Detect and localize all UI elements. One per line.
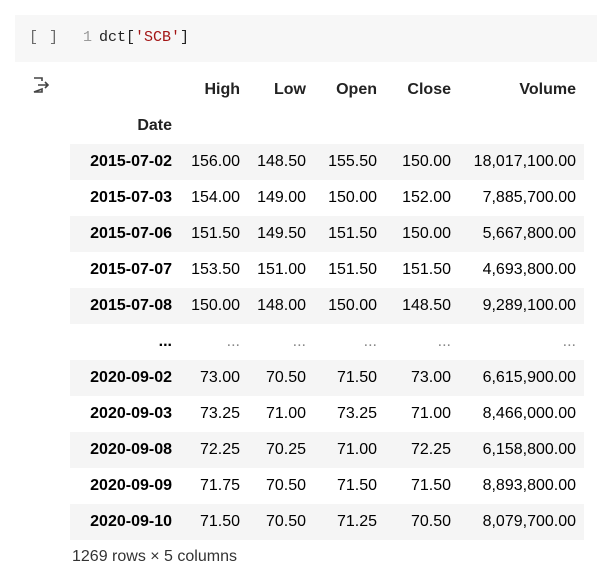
cell-low: 149.50 bbox=[257, 225, 306, 242]
index-header-blank bbox=[70, 72, 180, 108]
ellipsis-row: ... ... ... ... ... ... bbox=[70, 324, 584, 360]
cell-high: 151.50 bbox=[191, 225, 240, 242]
row-date: 2015-07-07 bbox=[90, 261, 172, 278]
cell-high: 156.00 bbox=[191, 153, 240, 170]
cell-volume: 8,079,700.00 bbox=[482, 513, 576, 530]
table-row: 2015-07-08 150.00 148.00 150.00 148.50 9… bbox=[70, 288, 584, 324]
header-row: High Low Open Close Volume bbox=[70, 72, 584, 108]
code-string: 'SCB' bbox=[135, 29, 181, 46]
cell-open: 151.50 bbox=[328, 225, 377, 242]
row-date: 2015-07-03 bbox=[90, 189, 172, 206]
cell-open: 73.25 bbox=[336, 405, 377, 422]
row-date: ... bbox=[158, 333, 172, 350]
cell-high: 153.50 bbox=[191, 261, 240, 278]
cell-open: 71.25 bbox=[336, 513, 377, 530]
row-date: 2015-07-08 bbox=[90, 297, 172, 314]
code-line[interactable]: dct['SCB'] bbox=[99, 29, 189, 46]
cell-close: 150.00 bbox=[402, 153, 451, 170]
cell-low: 151.00 bbox=[257, 261, 306, 278]
table-row: 2015-07-06 151.50 149.50 151.50 150.00 5… bbox=[70, 216, 584, 252]
column-header-open: Open bbox=[336, 81, 377, 98]
cell-high: 71.50 bbox=[199, 513, 240, 530]
cell-low: ... bbox=[292, 333, 306, 350]
cell-low: 70.25 bbox=[265, 441, 306, 458]
cell-close: 70.50 bbox=[410, 513, 451, 530]
cell-high: 73.00 bbox=[199, 369, 240, 386]
cell-open: ... bbox=[363, 333, 377, 350]
index-name: Date bbox=[137, 117, 172, 134]
column-header-volume: Volume bbox=[519, 81, 576, 98]
row-date: 2015-07-02 bbox=[90, 153, 172, 170]
cell-volume: 5,667,800.00 bbox=[482, 225, 576, 242]
table-row: 2015-07-02 156.00 148.50 155.50 150.00 1… bbox=[70, 144, 584, 180]
cell-volume: 6,615,900.00 bbox=[482, 369, 576, 386]
row-date: 2015-07-06 bbox=[90, 225, 172, 242]
cell-volume: 4,693,800.00 bbox=[482, 261, 576, 278]
table-row: 2020-09-08 72.25 70.25 71.00 72.25 6,158… bbox=[70, 432, 584, 468]
cell-high: 154.00 bbox=[191, 189, 240, 206]
cell-low: 70.50 bbox=[265, 477, 306, 494]
cell-close: 71.00 bbox=[410, 405, 451, 422]
cell-high: ... bbox=[226, 333, 240, 350]
run-cell-button[interactable]: [ ] bbox=[29, 29, 59, 46]
cell-open: 71.50 bbox=[336, 369, 377, 386]
cell-volume: 6,158,800.00 bbox=[482, 441, 576, 458]
cell-high: 150.00 bbox=[191, 297, 240, 314]
output-arrow-icon[interactable] bbox=[31, 75, 53, 95]
code-cell[interactable]: [ ] 1 dct['SCB'] bbox=[15, 15, 597, 62]
cell-open: 71.50 bbox=[336, 477, 377, 494]
row-date: 2020-09-09 bbox=[90, 477, 172, 494]
cell-high: 72.25 bbox=[199, 441, 240, 458]
cell-low: 70.50 bbox=[265, 369, 306, 386]
cell-volume: 8,893,800.00 bbox=[482, 477, 576, 494]
table-row: 2015-07-07 153.50 151.00 151.50 151.50 4… bbox=[70, 252, 584, 288]
cell-close: 71.50 bbox=[410, 477, 451, 494]
cell-high: 73.25 bbox=[199, 405, 240, 422]
index-name-row: Date bbox=[70, 108, 584, 144]
column-header-high: High bbox=[204, 81, 240, 98]
cell-open: 150.00 bbox=[328, 297, 377, 314]
row-date: 2020-09-10 bbox=[90, 513, 172, 530]
row-date: 2020-09-03 bbox=[90, 405, 172, 422]
cell-close: ... bbox=[437, 333, 451, 350]
cell-low: 148.50 bbox=[257, 153, 306, 170]
column-header-low: Low bbox=[274, 81, 306, 98]
cell-volume: ... bbox=[562, 333, 576, 350]
line-number: 1 bbox=[83, 29, 93, 46]
cell-close: 148.50 bbox=[402, 297, 451, 314]
column-header-close: Close bbox=[407, 81, 451, 98]
row-date: 2020-09-08 bbox=[90, 441, 172, 458]
cell-volume: 7,885,700.00 bbox=[482, 189, 576, 206]
cell-open: 151.50 bbox=[328, 261, 377, 278]
table-row: 2020-09-03 73.25 71.00 73.25 71.00 8,466… bbox=[70, 396, 584, 432]
cell-close: 152.00 bbox=[402, 189, 451, 206]
cell-close: 151.50 bbox=[402, 261, 451, 278]
code-prefix: dct[ bbox=[99, 29, 136, 46]
code-suffix: ] bbox=[180, 29, 190, 46]
cell-low: 149.00 bbox=[257, 189, 306, 206]
table-row: 2020-09-09 71.75 70.50 71.50 71.50 8,893… bbox=[70, 468, 584, 504]
cell-low: 71.00 bbox=[265, 405, 306, 422]
table-row: 2020-09-10 71.50 70.50 71.25 70.50 8,079… bbox=[70, 504, 584, 540]
cell-open: 71.00 bbox=[336, 441, 377, 458]
cell-volume: 18,017,100.00 bbox=[473, 153, 576, 170]
cell-open: 155.50 bbox=[328, 153, 377, 170]
cell-close: 73.00 bbox=[410, 369, 451, 386]
cell-close: 150.00 bbox=[402, 225, 451, 242]
row-date: 2020-09-02 bbox=[90, 369, 172, 386]
cell-open: 150.00 bbox=[328, 189, 377, 206]
cell-volume: 8,466,000.00 bbox=[482, 405, 576, 422]
cell-low: 70.50 bbox=[265, 513, 306, 530]
cell-low: 148.00 bbox=[257, 297, 306, 314]
table-row: 2020-09-02 73.00 70.50 71.50 73.00 6,615… bbox=[70, 360, 584, 396]
cell-volume: 9,289,100.00 bbox=[482, 297, 576, 314]
cell-close: 72.25 bbox=[410, 441, 451, 458]
table-row: 2015-07-03 154.00 149.00 150.00 152.00 7… bbox=[70, 180, 584, 216]
dataframe-table: High Low Open Close Volume Date 2015-07-… bbox=[70, 72, 584, 540]
cell-high: 71.75 bbox=[199, 477, 240, 494]
dataframe-summary: 1269 rows × 5 columns bbox=[72, 548, 237, 565]
